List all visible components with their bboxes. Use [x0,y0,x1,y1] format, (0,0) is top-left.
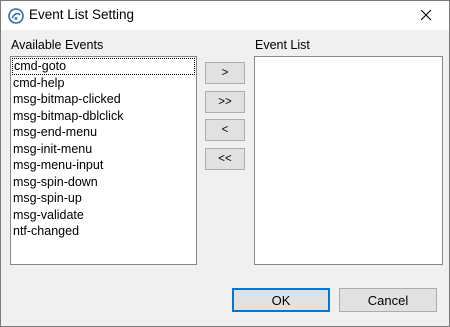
event-list-setting-dialog: Event List Setting Available Events cmd-… [0,0,450,327]
list-item[interactable]: msg-menu-input [11,157,196,174]
remove-all-events-button[interactable]: << [205,148,245,170]
list-item[interactable]: cmd-help [11,75,196,92]
list-item[interactable]: msg-validate [11,207,196,224]
available-events-list[interactable]: cmd-goto cmd-help msg-bitmap-clicked msg-bi… [10,56,197,265]
close-icon [420,9,432,21]
list-item[interactable]: msg-spin-up [11,190,196,207]
close-button[interactable] [403,1,449,30]
list-item[interactable]: msg-bitmap-clicked [11,91,196,108]
add-all-events-button[interactable]: >> [205,91,245,113]
title-bar[interactable]: Event List Setting [1,1,449,30]
cancel-button[interactable]: Cancel [339,288,437,312]
available-events-label: Available Events [11,38,104,52]
window-title: Event List Setting [29,7,135,22]
list-item[interactable]: msg-end-menu [11,124,196,141]
list-item[interactable]: msg-spin-down [11,174,196,191]
remove-event-button[interactable]: < [205,119,245,141]
list-item[interactable]: msg-bitmap-dblclick [11,108,196,125]
app-logo-icon [8,8,24,24]
event-list[interactable] [254,56,443,265]
ok-button[interactable]: OK [232,288,330,312]
list-item[interactable]: ntf-changed [11,223,196,240]
event-list-label: Event List [255,38,310,52]
add-event-button[interactable]: > [205,62,245,84]
list-item[interactable]: msg-init-menu [11,141,196,158]
list-item[interactable]: cmd-goto [12,58,195,75]
